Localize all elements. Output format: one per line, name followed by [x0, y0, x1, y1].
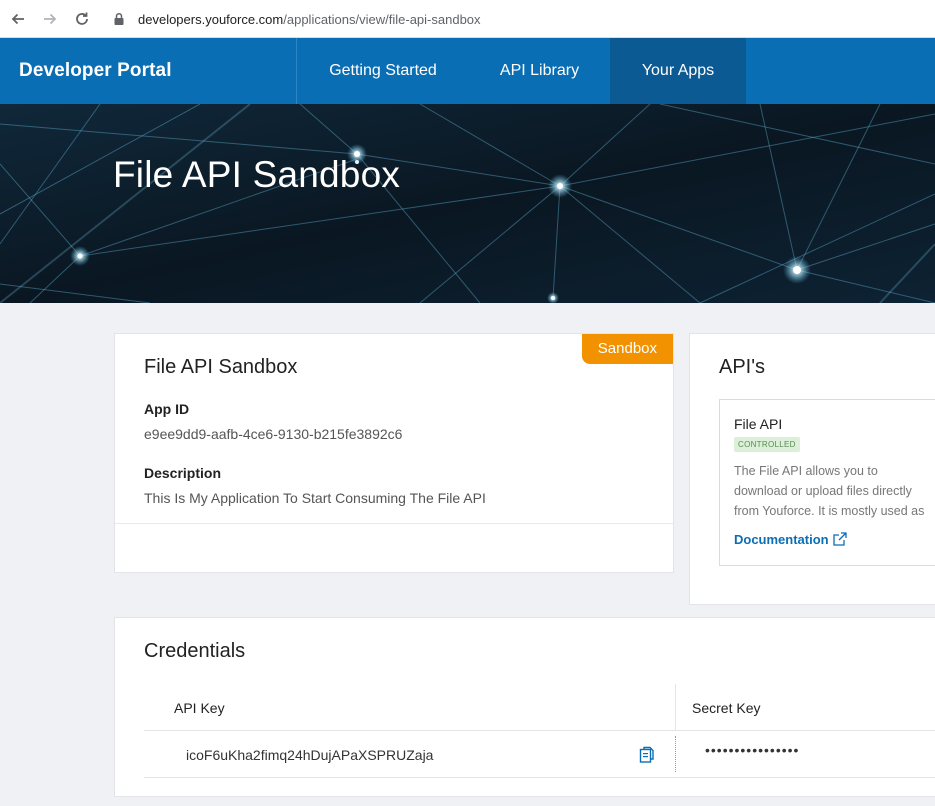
controlled-tag: CONTROLLED	[734, 437, 800, 452]
app-details-card: Sandbox File API Sandbox App ID e9ee9dd9…	[114, 333, 674, 573]
row-divider	[144, 777, 935, 778]
app-id-value: e9ee9dd9-aafb-4ce6-9130-b215fe3892c6	[144, 426, 403, 442]
api-key-value[interactable]: icoF6uKha2fimq24hDujAPaXSPRUZaja	[186, 747, 433, 763]
network-background	[0, 104, 935, 303]
description-value: This Is My Application To Start Consumin…	[144, 490, 486, 506]
api-key-header: API Key	[174, 700, 225, 716]
credentials-card: Credentials API Key Secret Key icoF6uKha…	[114, 617, 935, 797]
card-divider	[115, 523, 673, 524]
reload-icon[interactable]	[72, 9, 92, 29]
lock-icon	[114, 12, 124, 25]
address-bar[interactable]: developers.youforce.com/applications/vie…	[112, 8, 481, 30]
description-label: Description	[144, 465, 222, 481]
apis-title: API's	[719, 356, 766, 378]
header-divider	[144, 730, 935, 731]
url-host: developers.youforce.com	[138, 11, 284, 27]
api-item: File API CONTROLLED The File API allows …	[719, 399, 935, 566]
app-title: File API Sandbox	[144, 356, 298, 378]
api-description: The File API allows you to download or u…	[734, 464, 925, 518]
hero-banner: File API Sandbox	[0, 104, 935, 303]
external-link-icon	[832, 532, 847, 546]
nav-api-library[interactable]: API Library	[469, 38, 610, 104]
brand-link[interactable]: Developer Portal	[19, 38, 172, 104]
copy-icon[interactable]	[639, 746, 655, 769]
url-path: /applications/view/file-api-sandbox	[283, 11, 481, 27]
api-name: File API	[734, 416, 783, 432]
forward-arrow-icon[interactable]	[40, 9, 60, 29]
documentation-link[interactable]: Documentation	[734, 531, 848, 547]
credentials-title: Credentials	[144, 640, 246, 662]
sandbox-badge: Sandbox	[581, 334, 673, 364]
nav-getting-started[interactable]: Getting Started	[297, 38, 469, 104]
top-navigation: Developer Portal Getting Started API Lib…	[0, 38, 935, 104]
documentation-link-label: Documentation	[734, 531, 829, 547]
nav-your-apps[interactable]: Your Apps	[610, 38, 746, 104]
dotted-divider	[675, 736, 676, 772]
back-arrow-icon[interactable]	[8, 9, 28, 29]
app-id-label: App ID	[144, 401, 190, 417]
apis-card: API's File API CONTROLLED The File API a…	[689, 333, 935, 605]
secret-key-header: Secret Key	[692, 700, 761, 716]
column-divider	[675, 684, 676, 730]
browser-toolbar: developers.youforce.com/applications/vie…	[0, 0, 935, 38]
secret-key-value[interactable]: ••••••••••••••••	[705, 742, 799, 758]
page-title: File API Sandbox	[113, 154, 401, 195]
